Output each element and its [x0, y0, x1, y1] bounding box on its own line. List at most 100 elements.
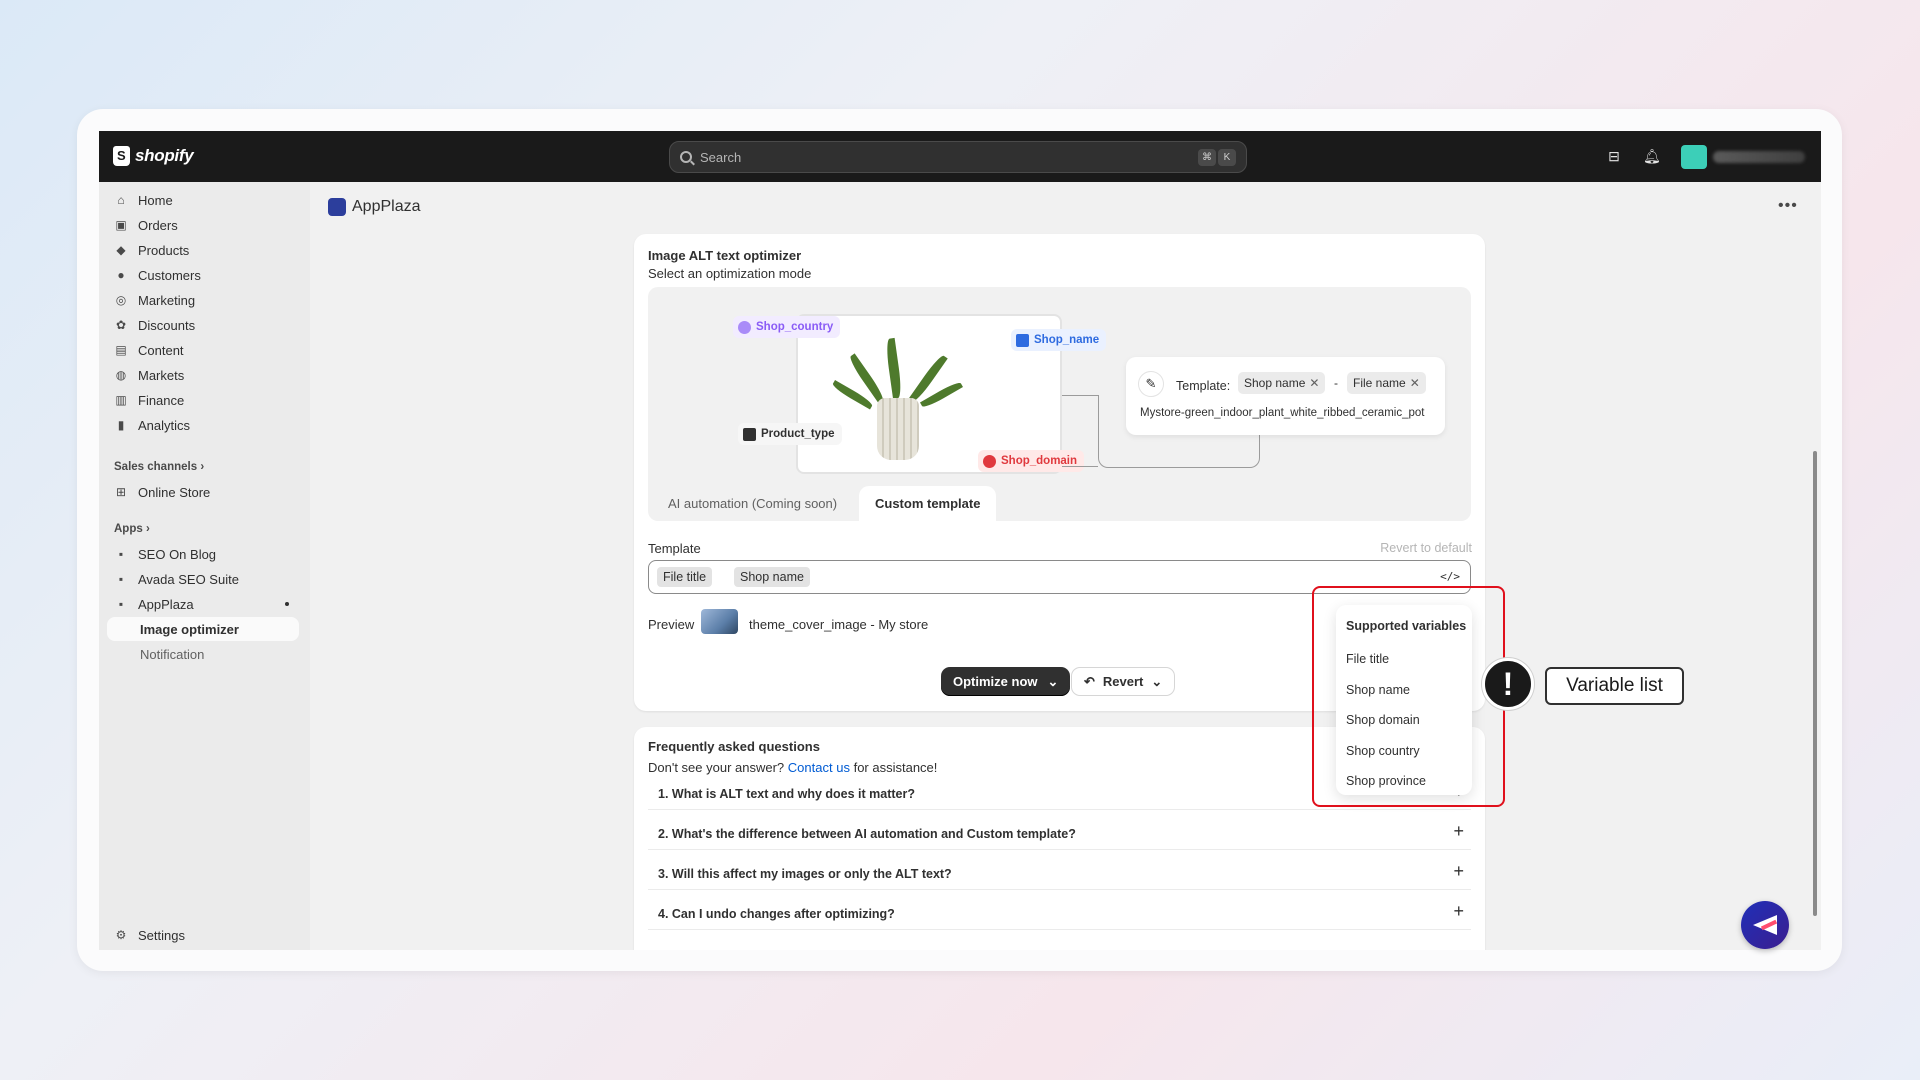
globe-icon: ◍ — [115, 368, 127, 382]
sidebar-item-marketing[interactable]: ◎ Marketing — [107, 288, 299, 312]
sidebar-item-customers[interactable]: ● Customers — [107, 263, 299, 287]
template-label: Template: — [1176, 379, 1231, 393]
token-shop-name: Shop name ✕ — [1238, 372, 1326, 394]
globe-icon — [738, 320, 751, 334]
sidebar: ⌂ Home ▣ Orders ◆ Products ● Customers ◎ Mark… — [99, 182, 310, 950]
chevron-down-icon: ⌄ — [1151, 673, 1163, 689]
tab-ai-automation[interactable]: AI automation (Coming soon) — [652, 486, 853, 521]
chip-label: Shop_name — [1034, 334, 1100, 346]
faq-question: 1. What is ALT text and why does it matt… — [658, 787, 915, 801]
scrollbar[interactable] — [1813, 451, 1817, 916]
template-example-card: ✎ Template: Shop name ✕ - File name ✕ Myst… — [1126, 357, 1445, 435]
logo-text: shopify — [135, 146, 194, 165]
chip-shop-name: Shop_name — [1011, 329, 1107, 351]
app-icon: ▪ — [118, 572, 124, 586]
store-icon — [1016, 333, 1029, 347]
exclamation-mark: ! — [1502, 666, 1514, 702]
variable-list-callout: Variable list — [1545, 667, 1684, 705]
plus-icon[interactable]: + — [1453, 821, 1464, 842]
highlight-box — [1312, 586, 1505, 807]
token-file-title[interactable]: File title — [657, 567, 713, 587]
discount-icon: ✿ — [115, 318, 127, 332]
preview-label: Preview — [648, 617, 695, 632]
tag-icon: ◆ — [116, 243, 126, 257]
ceramic-pot — [877, 398, 919, 460]
exclamation-icon: ! — [1482, 658, 1534, 710]
faq-item[interactable]: 3. Will this affect my images or only th… — [648, 857, 1471, 890]
faq-question: 2. What's the difference between AI auto… — [658, 827, 1076, 841]
shopify-admin: shopify Search ⌘ K ⊟ 🔔︎ ⌂ Home ▣ Orders ◆ P… — [99, 131, 1821, 950]
top-bar: shopify Search ⌘ K ⊟ 🔔︎ — [99, 131, 1821, 182]
store-avatar[interactable] — [1681, 145, 1707, 169]
search-bar[interactable]: Search ⌘ K — [669, 141, 1247, 173]
token-file-name: File name ✕ — [1347, 372, 1426, 394]
sidebar-item-home[interactable]: ⌂ Home — [107, 188, 299, 212]
store-name-blurred[interactable] — [1713, 151, 1805, 163]
sidebar-item-discounts[interactable]: ✿ Discounts — [107, 313, 299, 337]
plus-icon[interactable]: + — [1453, 901, 1464, 922]
sidebar-item-label: Online Store — [138, 484, 211, 500]
optimize-now-button[interactable]: Optimize now ⌄ — [941, 667, 1071, 696]
chevron-right-icon: › — [145, 523, 150, 535]
revert-default-link[interactable]: Revert to default — [1380, 541, 1472, 555]
sidebar-item-orders[interactable]: ▣ Orders — [107, 213, 299, 237]
orders-icon: ▣ — [115, 218, 127, 232]
tab-custom-template[interactable]: Custom template — [859, 486, 997, 521]
shortcut-cmd-key: ⌘ — [1198, 149, 1216, 166]
faq-item[interactable]: 4. Can I undo changes after optimizing? + — [648, 897, 1471, 930]
sidebar-item-notification[interactable]: Notification — [107, 642, 299, 666]
faq-question: 4. Can I undo changes after optimizing? — [658, 907, 895, 921]
sidebar-item-label: Marketing — [138, 292, 196, 308]
plus-icon[interactable]: + — [1453, 861, 1464, 882]
gear-icon: ⚙ — [115, 928, 127, 942]
sidebar-item-appplaza[interactable]: ▪ AppPlaza — [107, 592, 299, 616]
appplaza-logo-icon — [328, 198, 346, 216]
token-shop-name[interactable]: Shop name — [734, 567, 810, 587]
faq-sub-suffix: for assistance! — [853, 760, 938, 775]
target-icon: ◎ — [115, 293, 127, 307]
button-label: Optimize now — [953, 674, 1038, 689]
revert-button[interactable]: ↶ Revert ⌄ — [1071, 667, 1176, 696]
token-label: Shop name — [1244, 376, 1306, 390]
sales-channels-heading[interactable]: Sales channels › — [114, 461, 204, 473]
sidebar-item-products[interactable]: ◆ Products — [107, 238, 299, 262]
sidebar-item-content[interactable]: ▤ Content — [107, 338, 299, 362]
apps-heading[interactable]: Apps › — [114, 523, 150, 535]
faq-item[interactable]: 2. What's the difference between AI auto… — [648, 817, 1471, 850]
connector-line — [1062, 395, 1098, 467]
sidebar-item-seo-on-blog[interactable]: ▪ SEO On Blog — [107, 542, 299, 566]
bell-icon[interactable]: 🔔︎ — [1643, 148, 1661, 164]
sidebar-item-avada-seo[interactable]: ▪ Avada SEO Suite — [107, 567, 299, 591]
help-launcher-button[interactable] — [1741, 901, 1789, 949]
sidebar-item-markets[interactable]: ◍ Markets — [107, 363, 299, 387]
faq-question: 3. Will this affect my images or only th… — [658, 867, 952, 881]
sidebar-item-label: Image optimizer — [140, 621, 239, 637]
sidebar-item-online-store[interactable]: ⊞ Online Store — [107, 480, 299, 504]
close-icon: ✕ — [1409, 376, 1420, 390]
shopify-bag-icon — [113, 146, 130, 166]
leaf-shape — [884, 337, 903, 399]
app-icon: ▪ — [118, 597, 124, 611]
code-icon[interactable]: </> — [1440, 570, 1460, 583]
sidebar-item-label: Settings — [138, 927, 185, 943]
sidebar-item-analytics[interactable]: ▮ Analytics — [107, 413, 299, 437]
token-label: File name — [1353, 376, 1406, 390]
sidebar-item-label: Discounts — [138, 317, 196, 333]
brush-icon: ✎ — [1138, 371, 1164, 397]
sidebar-item-settings[interactable]: ⚙ Settings — [107, 923, 299, 947]
sidebar-item-finance[interactable]: ▥ Finance — [107, 388, 299, 412]
content-icon: ▤ — [115, 343, 127, 357]
close-icon: ✕ — [1309, 376, 1320, 390]
sidebar-item-image-optimizer[interactable]: Image optimizer — [107, 617, 299, 641]
preview-thumbnail — [701, 609, 738, 634]
search-icon — [680, 151, 692, 163]
shopify-logo[interactable]: shopify — [113, 146, 194, 166]
dash-separator: - — [1334, 376, 1338, 390]
template-output: Mystore-green_indoor_plant_white_ribbed_… — [1140, 407, 1425, 419]
contact-us-link[interactable]: Contact us — [788, 760, 850, 775]
sidebar-item-label: Content — [138, 342, 184, 358]
sales-channels-label: Sales channels — [114, 461, 198, 473]
inbox-icon[interactable]: ⊟ — [1606, 148, 1622, 164]
sidebar-item-label: Orders — [138, 217, 178, 233]
more-actions-icon[interactable]: ••• — [1778, 197, 1798, 215]
